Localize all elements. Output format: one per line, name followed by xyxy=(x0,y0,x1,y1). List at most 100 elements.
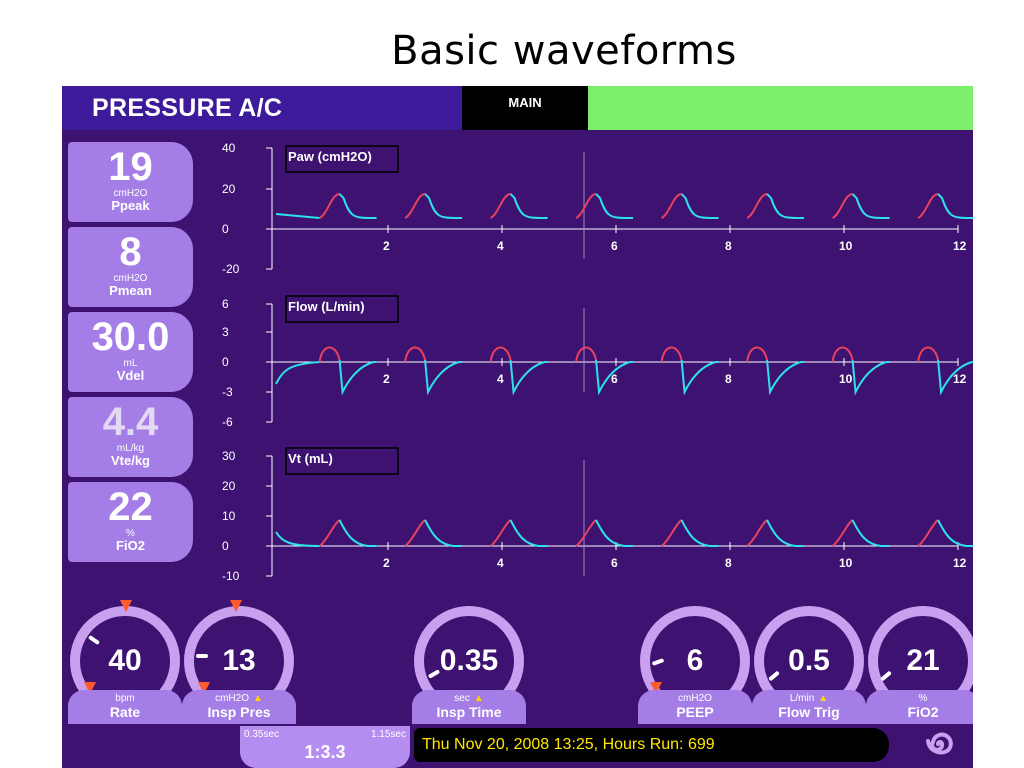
waveform-expiration-segment xyxy=(595,519,634,547)
waveform-graphs: 40200-202 4 6 8 10 12Paw (cmH2O)630-3-62 4 6 8 10… xyxy=(222,141,973,583)
waveform-expiration-segment xyxy=(937,519,973,547)
x-tick-label: 10 xyxy=(839,556,853,570)
x-tick-label: 10 xyxy=(839,372,853,386)
y-tick-label: 0 xyxy=(222,222,229,236)
x-tick-label: 12 xyxy=(953,372,967,386)
setting-footer: sec ▲ Insp Time xyxy=(412,690,526,724)
setting-value: 40 xyxy=(108,644,142,677)
y-tick-label: 10 xyxy=(222,509,236,523)
waveform-inspiration-segment xyxy=(661,193,682,219)
setting-insp-time[interactable]: 0.35 sec ▲ Insp Time xyxy=(412,594,526,724)
ie-ratio-box[interactable]: 0.35sec 1.15sec 1:3.3 xyxy=(240,726,410,768)
setting-fio2[interactable]: 21 % FiO2 xyxy=(866,594,973,724)
y-tick-label: 0 xyxy=(222,539,229,553)
ventilator-screen: PRESSURE A/C MAIN 19 cmH2O Ppeak 8 cmH2O… xyxy=(62,86,973,768)
waveform-inspiration-segment xyxy=(318,519,341,547)
waveform-expiration-segment xyxy=(338,359,377,396)
waveform-expiration-segment xyxy=(338,519,377,547)
waveform-inspiration-segment xyxy=(660,346,683,363)
waveform-inspiration-segment xyxy=(404,193,426,219)
setting-peep[interactable]: 6 cmH2O PEEP xyxy=(638,594,752,724)
status-bar: Thu Nov 20, 2008 13:25, Hours Run: 699 xyxy=(414,728,889,762)
ie-min: 0.35sec xyxy=(244,729,280,740)
y-tick-label: 40 xyxy=(222,141,236,155)
y-tick-label: 0 xyxy=(222,355,229,369)
x-tick-label: 4 xyxy=(497,556,504,570)
setting-footer: bpm Rate xyxy=(68,690,182,724)
x-tick-label: 6 xyxy=(611,556,618,570)
setting-insp-pres[interactable]: 13 cmH2O ▲ Insp Pres xyxy=(182,594,296,724)
waveform-expiration-segment xyxy=(937,193,973,219)
waveform-inspiration-segment xyxy=(575,519,597,547)
y-tick-label: 20 xyxy=(222,479,236,493)
y-tick-label: 30 xyxy=(222,449,236,463)
y-tick-label: -6 xyxy=(222,415,233,429)
waveform-inspiration-segment xyxy=(489,519,512,547)
x-tick-label: 6 xyxy=(611,239,618,253)
waveform-inspiration-segment xyxy=(746,346,769,363)
graph-label: Paw (cmH2O) xyxy=(288,149,372,164)
waveform-expiration-segment xyxy=(424,519,463,547)
spiral-logo-icon[interactable] xyxy=(920,724,960,764)
waveform-expiration-segment xyxy=(680,359,719,396)
waveform-inspiration-segment xyxy=(404,346,427,363)
waveform-expiration-segment xyxy=(424,193,463,219)
waveform-expiration-segment xyxy=(509,359,548,396)
setting-footer: L/min ▲ Flow Trig xyxy=(752,690,866,724)
waveform-inspiration-segment xyxy=(660,519,683,547)
setting-value: 0.35 xyxy=(439,644,499,677)
waveform-expiration-segment xyxy=(424,359,463,396)
x-tick-label: 2 xyxy=(383,239,390,253)
setting-label: Rate xyxy=(109,704,141,720)
waveform-inspiration-segment xyxy=(831,519,854,547)
waveform-expiration-segment xyxy=(766,359,805,396)
y-tick-label: -20 xyxy=(222,262,240,276)
waveform-expiration-segment xyxy=(680,193,719,219)
waveform-expiration-segment xyxy=(509,519,548,547)
waveform-inspiration-segment xyxy=(831,346,854,363)
setting-footer: cmH2O PEEP xyxy=(638,690,752,724)
x-tick-label: 4 xyxy=(497,239,504,253)
y-tick-label: 20 xyxy=(222,182,236,196)
graph-label: Flow (L/min) xyxy=(288,299,365,314)
x-tick-label: 8 xyxy=(725,372,732,386)
setting-unit-text: cmH2O xyxy=(215,693,249,704)
waveform-expiration-segment xyxy=(680,519,719,547)
waveform-inspiration-segment xyxy=(318,346,341,363)
setting-label: PEEP xyxy=(676,704,714,720)
waveform-inspiration-segment xyxy=(917,346,940,363)
waveform-inspiration-segment xyxy=(489,346,512,363)
waveform-inspiration-segment xyxy=(575,346,598,363)
waveform-inspiration-segment xyxy=(746,193,768,219)
waveform-expiration-segment xyxy=(766,519,805,547)
setting-label: FiO2 xyxy=(907,704,939,720)
flow-waveform-exp xyxy=(275,361,320,385)
x-tick-label: 8 xyxy=(725,239,732,253)
setting-label: Flow Trig xyxy=(778,704,840,720)
waveform-expiration-segment xyxy=(851,193,890,219)
pressure-waveform-exp xyxy=(275,213,320,219)
setting-unit-text: L/min xyxy=(789,693,815,704)
setting-value: 13 xyxy=(222,644,256,677)
waveform-expiration-segment xyxy=(766,193,805,219)
waveform-inspiration-segment xyxy=(917,193,939,219)
waveform-inspiration-segment xyxy=(404,519,426,547)
y-tick-label: -10 xyxy=(222,569,240,583)
setting-footer: cmH2O ▲ Insp Pres xyxy=(182,690,296,724)
setting-value: 21 xyxy=(906,644,940,677)
y-tick-label: 6 xyxy=(222,297,229,311)
setting-rate[interactable]: 40 bpm Rate xyxy=(68,594,182,724)
x-tick-label: 12 xyxy=(953,556,967,570)
setting-label: Insp Time xyxy=(436,704,502,720)
setting-unit-text: sec xyxy=(454,693,470,704)
volume-waveform-exp xyxy=(275,531,320,547)
x-tick-label: 12 xyxy=(953,239,967,253)
waveform-expiration-segment xyxy=(338,193,377,219)
setting-label: Insp Pres xyxy=(207,704,271,720)
waveform-inspiration-segment xyxy=(832,193,853,219)
x-tick-label: 10 xyxy=(839,239,853,253)
x-tick-label: 8 xyxy=(725,556,732,570)
slide-title: Basic waveforms xyxy=(391,28,737,74)
setting-flow-trig[interactable]: 0.5 L/min ▲ Flow Trig xyxy=(752,594,866,724)
x-tick-label: 2 xyxy=(383,372,390,386)
